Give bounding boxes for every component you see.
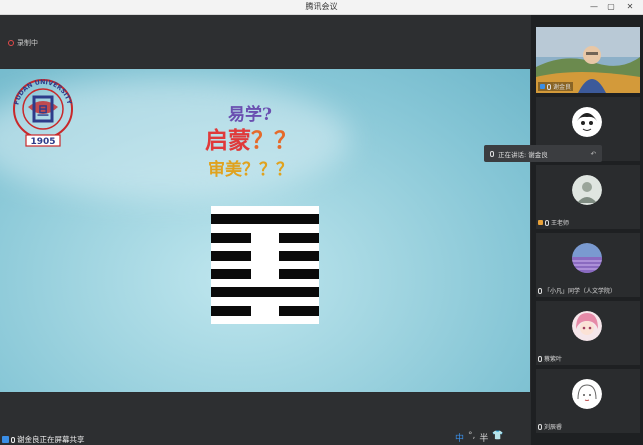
mic-icon	[547, 83, 551, 90]
screen-share-indicator[interactable]: 谢金良正在屏幕共享	[2, 434, 85, 445]
mic-icon	[490, 150, 494, 157]
participant-name-tag: 王老师	[538, 218, 569, 227]
screen-share-icon	[2, 436, 9, 443]
line-segment	[279, 250, 319, 261]
share-label-text: 谢金良正在屏幕共享	[17, 435, 85, 444]
participant-name-tag: 「小凡」同学（人文学院）	[538, 286, 616, 295]
cartoon-avatar	[572, 107, 602, 137]
line-segment	[211, 269, 251, 280]
ime-halfwidth-toggle[interactable]: 半	[479, 431, 488, 444]
yang-line	[211, 214, 319, 225]
participant-sidebar: 谢金良 王老师 「小凡」同学（人文学院） 蔡紫叶 刘辰睿	[531, 15, 643, 445]
participant-tile[interactable]: 刘辰睿	[536, 369, 640, 433]
slide-line-3-main: 审美	[208, 160, 242, 180]
yin-line	[211, 305, 319, 316]
yin-line	[211, 250, 319, 261]
participant-tile[interactable]: 王老师	[536, 165, 640, 229]
hexagram-figure	[211, 206, 319, 324]
participant-tile[interactable]: 谢金良	[536, 27, 640, 93]
participant-name-tag: 刘辰睿	[538, 422, 562, 431]
ime-punctuation-toggle[interactable]: °,	[468, 431, 475, 444]
lavender-avatar	[572, 243, 602, 273]
meeting-top-bar	[0, 15, 530, 68]
mic-icon	[538, 355, 542, 362]
host-icon	[538, 220, 543, 225]
line-segment	[211, 250, 251, 261]
anime-avatar	[572, 311, 602, 341]
mic-icon	[538, 287, 542, 294]
recording-label: 录制中	[17, 39, 38, 47]
photo-avatar	[572, 175, 602, 205]
yin-line	[211, 232, 319, 243]
ime-toolbar[interactable]: 中 °, 半 👕	[455, 431, 504, 444]
mic-icon	[11, 436, 15, 443]
line-segment	[211, 232, 251, 243]
slide-line-2-main: 启蒙	[205, 127, 251, 154]
recording-indicator[interactable]: 录制中	[8, 38, 38, 48]
maximize-button[interactable]: ▢	[603, 0, 619, 14]
participant-tile[interactable]: 「小凡」同学（人文学院）	[536, 233, 640, 297]
slide-line-3-marks: ？？？	[242, 160, 293, 180]
window-title: 腾讯会议	[305, 2, 338, 11]
sketch-avatar	[572, 379, 602, 409]
close-button[interactable]: ✕	[622, 0, 638, 14]
yang-line	[211, 287, 319, 298]
slide-line-2-marks: ？？	[251, 127, 297, 154]
svg-text:旦: 旦	[37, 104, 49, 118]
mic-icon	[545, 219, 549, 226]
fudan-logo: 旦 FUDAN UNIVERSITY 1905	[13, 79, 73, 147]
slide-line-3: 审美？？？	[208, 155, 293, 180]
title-bar: 腾讯会议 — ▢ ✕	[0, 0, 643, 15]
record-icon	[8, 40, 14, 46]
svg-text:1905: 1905	[30, 137, 55, 147]
host-icon	[540, 84, 545, 89]
ime-chinese-toggle[interactable]: 中	[455, 431, 464, 444]
line-segment	[279, 305, 319, 316]
minimize-button[interactable]: —	[586, 0, 602, 14]
participant-name-tag: 谢金良	[538, 82, 574, 91]
slide-line-2: 启蒙？？	[205, 121, 297, 155]
yin-line	[211, 269, 319, 280]
ime-skin-icon[interactable]: 👕	[492, 431, 503, 444]
collapse-icon[interactable]: ↶	[591, 150, 596, 158]
line-segment	[211, 214, 319, 225]
line-segment	[211, 305, 251, 316]
line-segment	[211, 287, 319, 298]
line-segment	[279, 232, 319, 243]
participant-name-tag: 蔡紫叶	[538, 354, 562, 363]
speaking-toast: 正在讲话: 谢金良 ↶	[484, 145, 602, 162]
line-segment	[279, 269, 319, 280]
shared-screen: 旦 FUDAN UNIVERSITY 1905 易学? 启蒙？？ 审美？？？	[0, 69, 530, 392]
participant-tile[interactable]: 蔡紫叶	[536, 301, 640, 365]
mic-icon	[538, 423, 542, 430]
